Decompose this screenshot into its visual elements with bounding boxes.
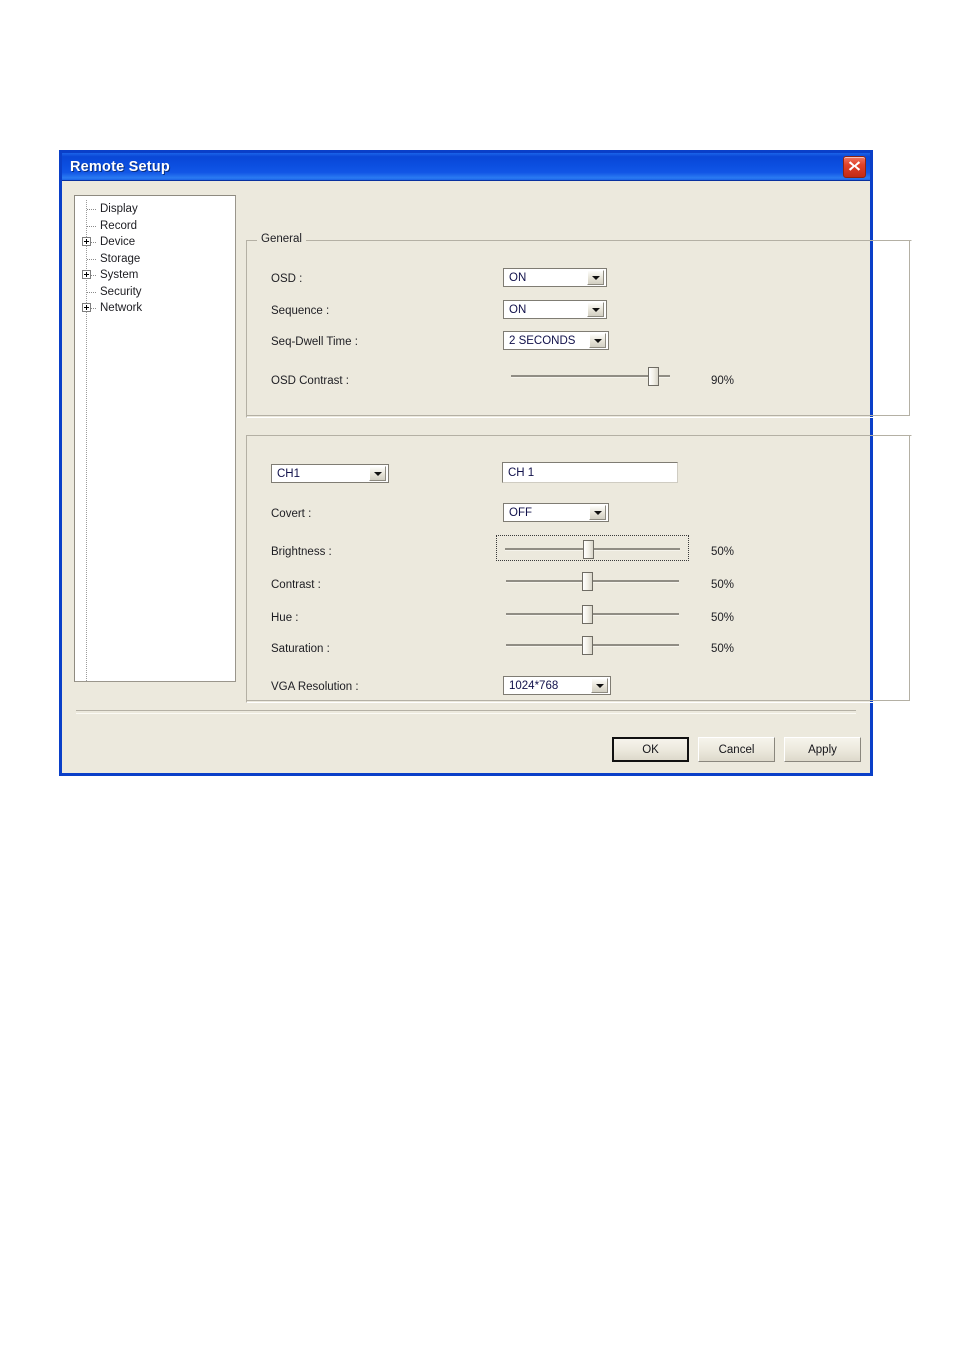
dialog-client-area: Display Record Device Storage System Sec…: [62, 182, 912, 773]
osd-select[interactable]: ON: [503, 268, 607, 287]
vga-resolution-label: VGA Resolution :: [271, 681, 359, 693]
sidebar-item-label: Display: [100, 203, 138, 216]
slider-thumb[interactable]: [583, 540, 594, 559]
general-group-title: General: [257, 233, 306, 245]
contrast-label: Contrast :: [271, 579, 321, 591]
general-group: General OSD : ON Sequence : ON Seq-Dwell…: [246, 233, 912, 418]
apply-button[interactable]: Apply: [784, 737, 861, 762]
sidebar-item-storage[interactable]: Storage: [75, 251, 235, 268]
chevron-down-icon[interactable]: [587, 302, 604, 317]
saturation-value: 50%: [711, 643, 735, 655]
chevron-down-icon[interactable]: [591, 678, 608, 693]
tree-expander-wrap: [81, 267, 98, 283]
slider-thumb[interactable]: [582, 572, 593, 591]
saturation-label: Saturation :: [271, 643, 330, 655]
hue-slider[interactable]: [498, 601, 687, 627]
sidebar-item-record[interactable]: Record: [75, 218, 235, 235]
tree-connector-icon: [81, 218, 98, 234]
sidebar-item-display[interactable]: Display: [75, 201, 235, 218]
contrast-value: 50%: [711, 579, 735, 591]
tree-connector-icon: [81, 284, 98, 300]
slider-thumb[interactable]: [582, 605, 593, 624]
title-bar[interactable]: Remote Setup: [62, 153, 870, 181]
brightness-slider[interactable]: [496, 535, 689, 561]
cancel-button[interactable]: Cancel: [698, 737, 775, 762]
covert-select[interactable]: OFF: [503, 503, 609, 522]
chevron-down-icon[interactable]: [589, 505, 606, 520]
sequence-value: ON: [509, 303, 527, 316]
seq-dwell-time-label: Seq-Dwell Time :: [271, 336, 358, 348]
osd-label: OSD :: [271, 273, 303, 285]
settings-tree[interactable]: Display Record Device Storage System Sec…: [74, 195, 236, 682]
channel-select-value: CH1: [277, 467, 301, 480]
osd-value: ON: [509, 271, 527, 284]
plus-expander-icon[interactable]: [82, 237, 91, 247]
osd-contrast-value: 90%: [711, 375, 735, 387]
channel-group: CH1 CH 1 Covert : OFF Brightness : 50% C…: [246, 435, 912, 703]
sidebar-item-network[interactable]: Network: [75, 300, 235, 317]
sidebar-item-security[interactable]: Security: [75, 284, 235, 301]
vga-resolution-value: 1024*768: [509, 679, 559, 692]
covert-label: Covert :: [271, 508, 312, 520]
chevron-down-icon[interactable]: [589, 333, 606, 348]
brightness-value: 50%: [711, 546, 735, 558]
contrast-slider[interactable]: [498, 568, 687, 594]
close-x-icon[interactable]: [843, 156, 866, 178]
channel-name-value: CH 1: [508, 466, 535, 479]
osd-contrast-slider[interactable]: [503, 363, 678, 389]
brightness-label: Brightness :: [271, 546, 332, 558]
seq-dwell-time-select[interactable]: 2 SECONDS: [503, 331, 609, 350]
seq-dwell-time-value: 2 SECONDS: [509, 334, 576, 347]
tree-expander-wrap: [81, 300, 98, 316]
channel-select[interactable]: CH1: [271, 464, 389, 483]
osd-contrast-label: OSD Contrast :: [271, 375, 349, 387]
window-title: Remote Setup: [70, 158, 170, 175]
sidebar-item-label: Record: [100, 219, 138, 232]
chevron-down-icon[interactable]: [587, 270, 604, 285]
slider-track: [511, 375, 670, 378]
sequence-label: Sequence :: [271, 305, 330, 317]
plus-expander-icon[interactable]: [82, 303, 91, 313]
chevron-down-icon[interactable]: [369, 466, 386, 481]
sidebar-item-label: Security: [100, 285, 142, 298]
remote-setup-dialog: Remote Setup Display Record Device Stora…: [59, 150, 912, 776]
saturation-slider[interactable]: [498, 632, 687, 658]
covert-value: OFF: [509, 506, 532, 519]
plus-expander-icon[interactable]: [82, 270, 91, 280]
channel-name-input[interactable]: CH 1: [502, 462, 678, 483]
ok-button[interactable]: OK: [612, 737, 689, 762]
slider-thumb[interactable]: [582, 636, 593, 655]
sidebar-item-system[interactable]: System: [75, 267, 235, 284]
hue-value: 50%: [711, 612, 735, 624]
sidebar-item-label: Network: [100, 302, 143, 315]
tree-expander-wrap: [81, 234, 98, 250]
sidebar-item-label: System: [100, 269, 139, 282]
sidebar-item-label: Device: [100, 236, 136, 249]
sequence-select[interactable]: ON: [503, 300, 607, 319]
slider-thumb[interactable]: [648, 367, 659, 386]
hue-label: Hue :: [271, 612, 299, 624]
footer-separator: [76, 710, 856, 714]
sidebar-item-label: Storage: [100, 252, 141, 265]
vga-resolution-select[interactable]: 1024*768: [503, 676, 611, 695]
sidebar-item-device[interactable]: Device: [75, 234, 235, 251]
tree-connector-icon: [81, 251, 98, 267]
tree-connector-icon: [81, 201, 98, 217]
